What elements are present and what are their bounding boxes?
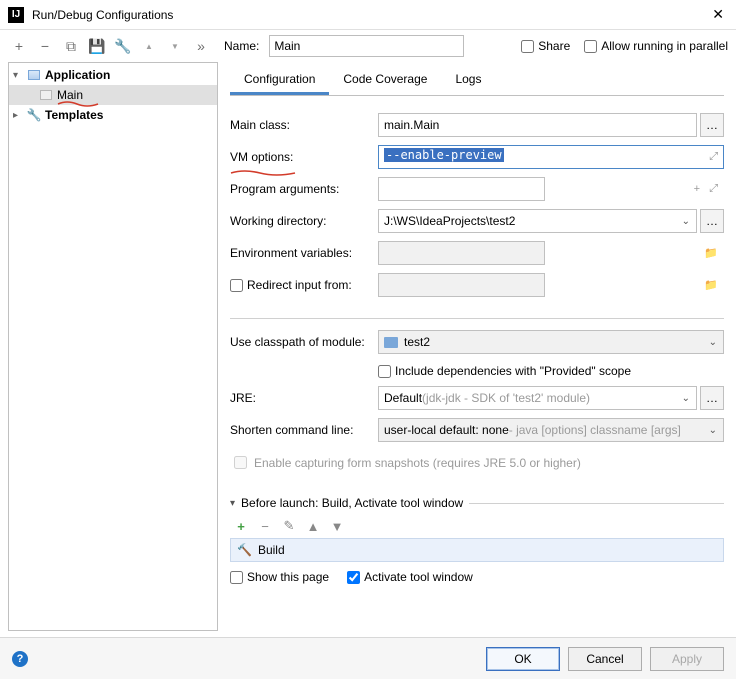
expand-field-icon[interactable]: ⤢ (709, 151, 718, 164)
name-input[interactable] (269, 35, 464, 57)
expand-field-icon[interactable]: ⤢ (709, 183, 718, 196)
insert-macro-icon[interactable]: + (694, 183, 700, 195)
vm-options-input[interactable]: --enable-preview (378, 145, 724, 169)
redirect-checkbox[interactable]: Redirect input from: (230, 278, 378, 292)
prog-args-input[interactable] (378, 177, 545, 201)
chevron-down-icon: ⌄ (709, 337, 717, 348)
redirect-input (378, 273, 545, 297)
main-class-browse-button[interactable]: … (700, 113, 724, 137)
classpath-label: Use classpath of module: (230, 335, 378, 349)
tree-application[interactable]: ▾ Application (9, 65, 217, 85)
toolbar: + − ⧉ 💾 🔧 ▲ ▼ » Name: Share Allow runnin… (0, 30, 736, 62)
work-dir-combo[interactable]: J:\WS\IdeaProjects\test2 ⌄ (378, 209, 697, 233)
tabs: Configuration Code Coverage Logs (230, 66, 724, 96)
collapse-icon[interactable]: ▾ (230, 498, 235, 509)
tab-logs[interactable]: Logs (441, 66, 495, 95)
before-up-button[interactable]: ▲ (304, 517, 322, 535)
chevron-down-icon: ⌄ (709, 425, 717, 436)
hammer-icon: 🔨 (237, 543, 252, 557)
move-up-button[interactable]: ▲ (138, 35, 160, 57)
classpath-combo[interactable]: test2 ⌄ (378, 330, 724, 354)
main-class-label: Main class: (230, 118, 378, 132)
annotation-underline-icon (57, 101, 99, 107)
dialog-footer: ? OK Cancel Apply (0, 637, 736, 679)
before-remove-button[interactable]: − (256, 517, 274, 535)
wrench-icon: 🔧 (27, 108, 41, 122)
env-vars-input[interactable] (378, 241, 545, 265)
module-icon (384, 337, 398, 348)
before-launch-section[interactable]: ▾ Before launch: Build, Activate tool wi… (230, 494, 724, 512)
tab-code-coverage[interactable]: Code Coverage (329, 66, 441, 95)
jre-browse-button[interactable]: … (700, 386, 724, 410)
title-bar: IJ Run/Debug Configurations ✕ (0, 0, 736, 30)
help-button[interactable]: ? (12, 651, 28, 667)
annotation-underline-icon (230, 165, 296, 171)
copy-config-button[interactable]: ⧉ (60, 35, 82, 57)
save-config-button[interactable]: 💾 (86, 35, 108, 57)
close-button[interactable]: ✕ (708, 6, 728, 23)
jre-label: JRE: (230, 391, 378, 405)
run-config-icon (40, 90, 52, 100)
tree-main[interactable]: Main (9, 85, 217, 105)
chevron-down-icon: ⌄ (682, 216, 690, 227)
shorten-label: Shorten command line: (230, 423, 378, 437)
activate-tool-window-checkbox[interactable]: Activate tool window (347, 570, 473, 584)
add-config-button[interactable]: + (8, 35, 30, 57)
redirect-label: Redirect input from: (230, 278, 378, 292)
name-label: Name: (224, 39, 259, 53)
ok-button[interactable]: OK (486, 647, 560, 671)
tab-configuration[interactable]: Configuration (230, 66, 329, 95)
config-tree[interactable]: ▾ Application Main ▸ 🔧 Templates (8, 62, 218, 631)
env-vars-label: Environment variables: (230, 246, 378, 260)
chevron-down-icon: ▾ (13, 70, 23, 81)
parallel-checkbox[interactable]: Allow running in parallel (584, 39, 728, 53)
chevron-down-icon: ⌄ (682, 393, 690, 404)
work-dir-browse-button[interactable]: … (700, 209, 724, 233)
chevron-right-icon: ▸ (13, 110, 23, 121)
before-task-build[interactable]: 🔨 Build (230, 538, 724, 562)
prog-args-label: Program arguments: (230, 182, 378, 196)
settings-button[interactable]: 🔧 (112, 35, 134, 57)
folder-icon: 📁 (704, 279, 718, 292)
before-down-button[interactable]: ▼ (328, 517, 346, 535)
folder-icon[interactable]: 📁 (704, 247, 718, 260)
cancel-button[interactable]: Cancel (568, 647, 642, 671)
before-add-button[interactable]: + (232, 517, 250, 535)
apply-button: Apply (650, 647, 724, 671)
move-down-button[interactable]: ▼ (164, 35, 186, 57)
share-checkbox[interactable]: Share (521, 39, 570, 53)
main-class-input[interactable] (378, 113, 697, 137)
remove-config-button[interactable]: − (34, 35, 56, 57)
show-this-page-checkbox[interactable]: Show this page (230, 570, 329, 584)
application-icon (28, 70, 40, 80)
include-provided-checkbox[interactable]: Include dependencies with "Provided" sco… (378, 364, 631, 378)
window-title: Run/Debug Configurations (32, 8, 173, 22)
tree-templates[interactable]: ▸ 🔧 Templates (9, 105, 217, 125)
vm-options-label: VM options: (230, 150, 378, 164)
enable-snapshots-checkbox: Enable capturing form snapshots (require… (230, 453, 724, 472)
before-edit-button[interactable]: ✎ (280, 517, 298, 535)
work-dir-label: Working directory: (230, 214, 378, 228)
jre-combo[interactable]: Default (jdk-jdk - SDK of 'test2' module… (378, 386, 697, 410)
expand-button[interactable]: » (190, 35, 212, 57)
app-icon: IJ (8, 7, 24, 23)
shorten-combo[interactable]: user-local default: none - java [options… (378, 418, 724, 442)
